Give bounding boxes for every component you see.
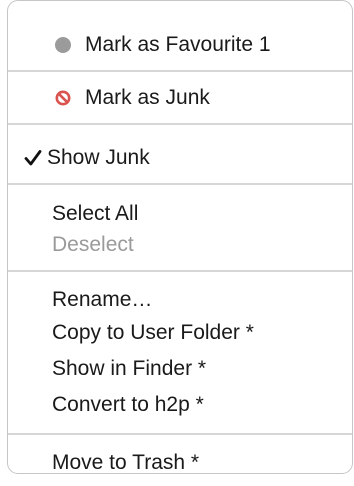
no-entry-icon <box>55 90 71 106</box>
menu-separator <box>8 123 352 125</box>
menu-item-move-to-trash[interactable]: Move to Trash * <box>8 447 352 479</box>
menu-separator <box>8 70 352 72</box>
menu-separator <box>8 183 352 185</box>
menu-item-mark-junk[interactable]: Mark as Junk <box>8 82 352 114</box>
menu-item-label: Copy to User Folder * <box>52 321 254 344</box>
menu-item-label: Deselect <box>52 233 134 256</box>
menu-item-label: Move to Trash * <box>52 451 200 474</box>
menu-separator <box>8 270 352 272</box>
menu-item-label: Select All <box>52 202 139 225</box>
menu-item-copy-to-user-folder[interactable]: Copy to User Folder * <box>8 317 352 349</box>
menu-item-label: Rename… <box>52 288 153 311</box>
gray-dot-icon <box>55 37 71 53</box>
menu-separator <box>8 433 352 435</box>
menu-item-label: Mark as Junk <box>85 86 210 109</box>
menu-item-select-all[interactable]: Select All <box>8 198 352 230</box>
menu-item-show-in-finder[interactable]: Show in Finder * <box>8 353 352 385</box>
menu-item-mark-favourite[interactable]: Mark as Favourite 1 <box>8 29 352 61</box>
menu-item-label: Convert to h2p * <box>52 393 204 416</box>
menu-item-convert-to-h2p[interactable]: Convert to h2p * <box>8 389 352 421</box>
menu-item-rename[interactable]: Rename… <box>8 284 352 316</box>
menu-item-label: Show Junk <box>47 146 150 169</box>
menu-item-deselect: Deselect <box>8 229 352 261</box>
menu-item-label: Show in Finder * <box>52 357 207 380</box>
menu-item-label: Mark as Favourite 1 <box>85 33 271 56</box>
checkmark-icon <box>24 150 42 166</box>
menu-item-show-junk[interactable]: Show Junk <box>8 142 352 174</box>
context-menu: Mark as Favourite 1 Mark as Junk Show Ju… <box>7 0 353 474</box>
